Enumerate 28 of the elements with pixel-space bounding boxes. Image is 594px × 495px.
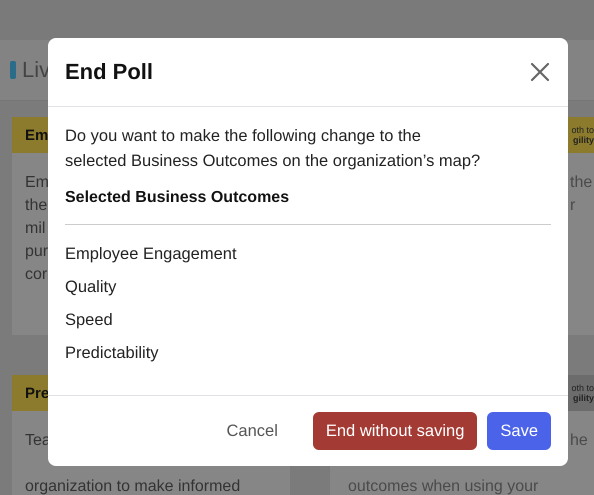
outcome-item: Speed	[65, 310, 114, 331]
card-text: mil	[25, 219, 46, 239]
card-text: the	[570, 173, 592, 193]
outcome-item: Predictability	[65, 343, 160, 364]
save-button[interactable]: Save	[487, 412, 551, 450]
card-text: r	[570, 196, 576, 216]
card-text: outcomes when using your	[348, 477, 538, 495]
section-heading: Selected Business Outcomes	[65, 189, 290, 207]
card-title: Pre	[25, 384, 50, 402]
dialog-title: End Poll	[65, 59, 153, 85]
outcome-item: Quality	[65, 277, 118, 298]
card-title: Em	[25, 126, 48, 144]
card-text: Em	[25, 173, 49, 193]
logo-text: oth to gility	[571, 383, 594, 403]
end-button[interactable]: End without saving	[312, 412, 478, 450]
page-title: Liv	[22, 57, 50, 83]
card-text: cor	[25, 265, 48, 285]
bar-icon	[10, 61, 16, 79]
close-button[interactable]	[528, 60, 552, 84]
question-text: Do you want to make the following change to the selected Business Outcomes on the organization’s map?	[65, 126, 482, 172]
card-text: pur	[25, 242, 48, 262]
logo-text: oth to gility	[571, 125, 594, 145]
outcome-item: Employee Engagement	[65, 244, 238, 265]
card-text: organization to make informed	[25, 477, 240, 495]
card-text: the	[25, 196, 48, 216]
close-icon	[528, 60, 552, 84]
cancel-button[interactable]: Cancel	[214, 412, 291, 450]
card-text: he	[570, 431, 588, 451]
